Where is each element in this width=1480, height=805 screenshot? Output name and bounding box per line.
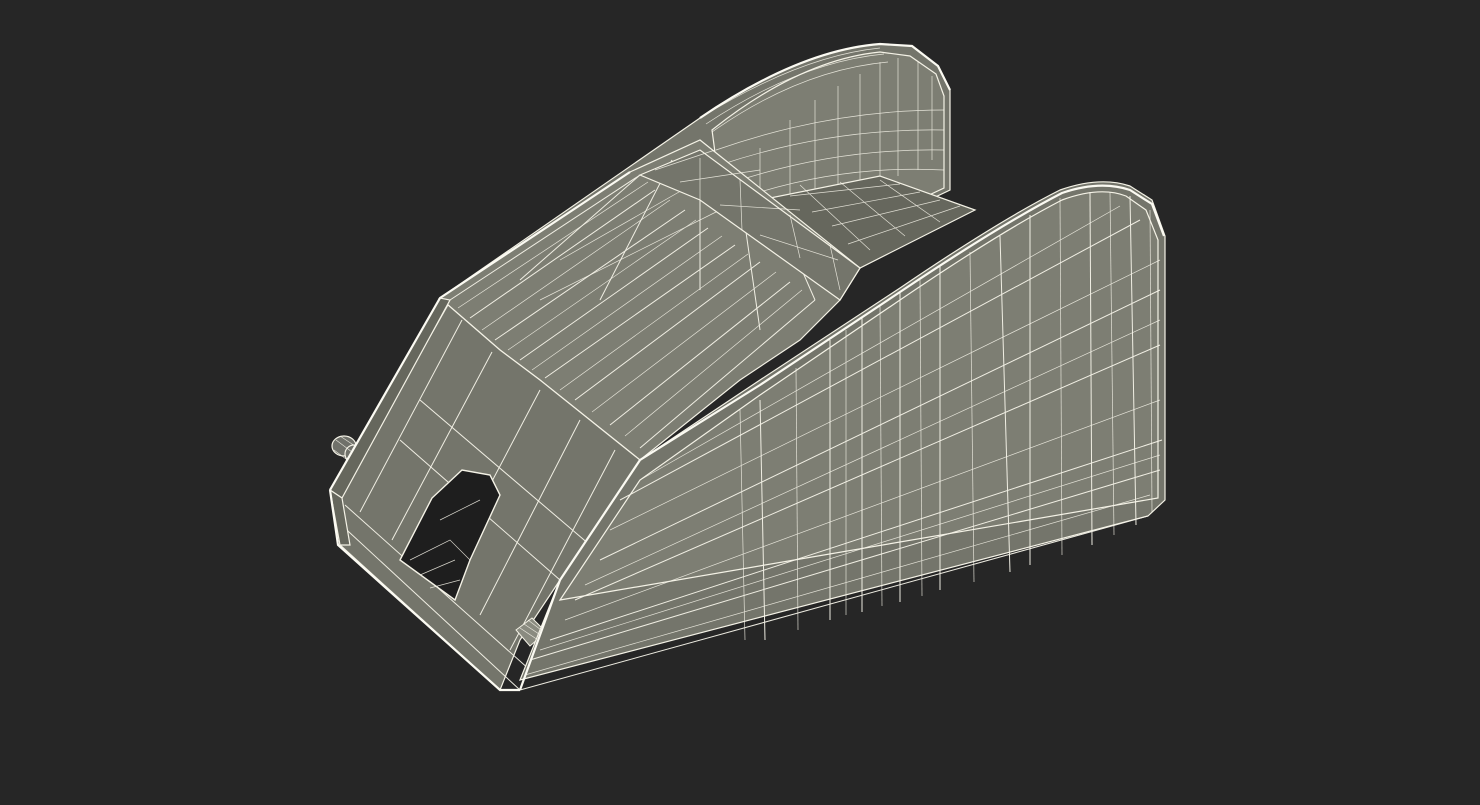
render-viewport xyxy=(0,0,1480,800)
wireframe-model xyxy=(328,42,1166,692)
